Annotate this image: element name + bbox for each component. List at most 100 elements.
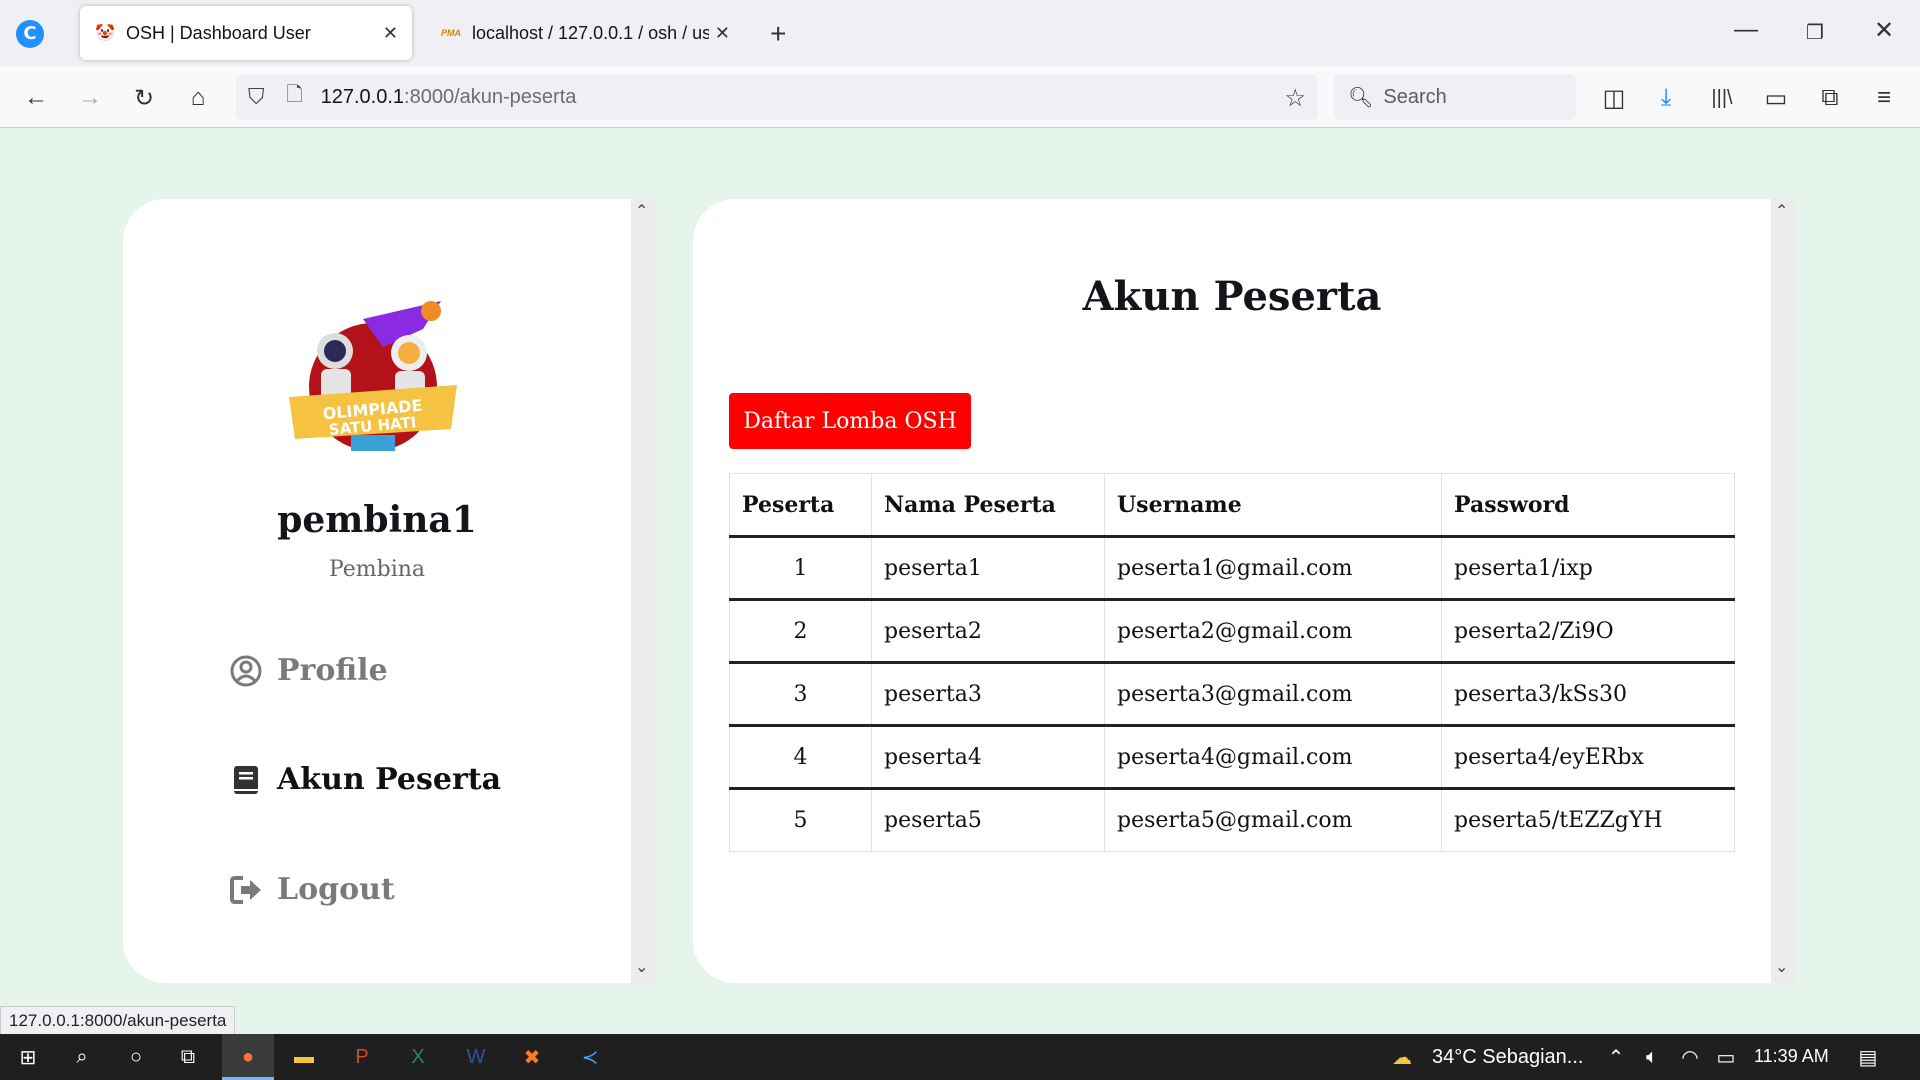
nama-peserta: peserta4 <box>871 725 1105 789</box>
nama-peserta: peserta3 <box>871 662 1105 726</box>
tab-title: OSH | Dashboard User <box>126 22 311 43</box>
sidebar-item-label: Akun Peserta <box>277 762 502 797</box>
logout-icon <box>230 875 261 904</box>
reload-icon[interactable]: ↻ <box>124 78 164 118</box>
nama-peserta: peserta5 <box>871 788 1105 852</box>
username: peserta1@gmail.com <box>1104 536 1442 600</box>
xampp-icon[interactable]: ✖ <box>516 1042 548 1072</box>
main-panel: Akun Peserta Daftar Lomba OSH Peserta Na… <box>693 199 1771 983</box>
scroll-up-icon[interactable]: ⌃ <box>635 201 648 221</box>
username: peserta5@gmail.com <box>1104 788 1442 852</box>
tab-phpmyadmin[interactable]: PMA localhost / 127.0.0.1 / osh / user ✕ <box>426 6 744 60</box>
url-path: :8000/akun-peserta <box>404 85 577 108</box>
clock[interactable]: 11:39 AM <box>1754 1046 1829 1067</box>
table-row: 1 peserta1 peserta1@gmail.com peserta1/i… <box>729 536 1735 600</box>
nama-peserta: peserta2 <box>871 599 1105 663</box>
sidebar-item-akun-peserta[interactable]: Akun Peserta <box>229 762 501 797</box>
peserta-number: 3 <box>729 662 872 726</box>
weather-text[interactable]: 34°C Sebagian... <box>1432 1046 1583 1069</box>
password: peserta1/ixp <box>1441 536 1735 600</box>
close-window-icon[interactable]: ✕ <box>1874 16 1894 45</box>
screenshot-icon[interactable]: ⧉ <box>1810 78 1850 118</box>
shield-icon[interactable]: ⛉ <box>248 84 265 110</box>
task-view-icon[interactable]: ⧉ <box>172 1042 204 1072</box>
peserta-number: 2 <box>729 599 872 663</box>
nama-peserta: peserta1 <box>871 536 1105 600</box>
pma-favicon-icon: PMA <box>441 28 461 38</box>
windows-taskbar: ⊞ ⌕ ○ ⧉ ● ▬ P X W ✖ ≺ ☁ 34°C Sebagian...… <box>0 1034 1920 1080</box>
tab-osh-dashboard[interactable]: 🤡 OSH | Dashboard User ✕ <box>80 6 412 60</box>
new-tab-icon[interactable]: + <box>770 18 786 50</box>
column-header: Username <box>1104 473 1442 538</box>
table-row: 5 peserta5 peserta5@gmail.com peserta5/t… <box>729 788 1735 852</box>
vscode-icon[interactable]: ≺ <box>574 1042 606 1072</box>
user-name: pembina1 <box>277 499 477 541</box>
browser-app-icon[interactable]: C <box>16 20 44 48</box>
sidebar-item-profile[interactable]: Profile <box>229 653 388 688</box>
sidebar: OLIMPIADE SATU HATI pembina1 Pembina Pro… <box>123 199 631 983</box>
bookmark-star-icon[interactable]: ☆ <box>1284 84 1306 113</box>
forward-icon[interactable]: → <box>70 78 110 118</box>
word-icon[interactable]: W <box>460 1042 492 1072</box>
sidebar-toggle-icon[interactable]: ▭ <box>1756 78 1796 118</box>
column-header: Nama Peserta <box>871 473 1105 538</box>
table-row: 4 peserta4 peserta4@gmail.com peserta4/e… <box>729 725 1735 789</box>
book-icon <box>234 765 258 794</box>
volume-icon[interactable]: 🔈︎ <box>1636 1042 1668 1072</box>
minimize-icon[interactable]: — <box>1734 16 1758 44</box>
cortana-icon[interactable]: ○ <box>120 1042 152 1072</box>
sidebar-scrollbar[interactable]: ⌃ ⌄ <box>631 199 657 983</box>
pocket-icon[interactable]: ◫ <box>1594 78 1634 118</box>
username: peserta2@gmail.com <box>1104 599 1442 663</box>
back-icon[interactable]: ← <box>16 78 56 118</box>
table-header-row: Peserta Nama Peserta Username Password <box>729 473 1735 538</box>
restore-icon[interactable]: ❐ <box>1806 20 1824 45</box>
sidebar-item-label: Logout <box>277 872 395 907</box>
url-bar[interactable]: ⛉ 🗋 127.0.0.1:8000/akun-peserta ☆ <box>236 74 1318 120</box>
menu-icon[interactable]: ≡ <box>1864 78 1904 118</box>
peserta-table: Peserta Nama Peserta Username Password 1… <box>729 473 1735 852</box>
download-icon[interactable]: ⤓ <box>1646 78 1686 118</box>
user-role: Pembina <box>328 557 426 582</box>
scroll-up-icon[interactable]: ⌃ <box>1775 201 1788 221</box>
browser-tabbar: C 🤡 OSH | Dashboard User ✕ PMA localhost… <box>0 0 1920 66</box>
library-icon[interactable]: |||\ <box>1702 78 1742 118</box>
chevron-up-icon[interactable]: ⌃ <box>1600 1042 1632 1072</box>
column-header: Peserta <box>729 473 872 538</box>
powerpoint-icon[interactable]: P <box>346 1042 378 1072</box>
peserta-number: 5 <box>729 788 872 852</box>
page-info-icon[interactable]: 🗋 <box>287 80 303 114</box>
windows-start-icon[interactable]: ⊞ <box>12 1042 44 1072</box>
table-row: 3 peserta3 peserta3@gmail.com peserta3/k… <box>729 662 1735 726</box>
firefox-icon[interactable]: ● <box>232 1042 264 1072</box>
scroll-down-icon[interactable]: ⌄ <box>635 957 648 977</box>
browser-navbar: ← → ↻ ⌂ ⛉ 🗋 127.0.0.1:8000/akun-peserta … <box>0 66 1920 128</box>
search-icon[interactable]: ⌕ <box>66 1042 98 1072</box>
url-host: 127.0.0.1 <box>320 85 405 108</box>
osh-favicon-icon: 🤡 <box>95 25 115 42</box>
main-scrollbar[interactable]: ⌃ ⌄ <box>1771 199 1797 983</box>
search-input[interactable]: 🔍︎ Search <box>1334 74 1576 120</box>
excel-icon[interactable]: X <box>402 1042 434 1072</box>
peserta-number: 4 <box>729 725 872 789</box>
status-url-tooltip: 127.0.0.1:8000/akun-peserta <box>0 1006 236 1036</box>
sidebar-item-label: Profile <box>277 653 388 688</box>
column-header: Password <box>1441 473 1735 538</box>
peserta-number: 1 <box>729 536 872 600</box>
close-tab-icon[interactable]: ✕ <box>715 23 730 44</box>
weather-icon[interactable]: ☁ <box>1386 1042 1418 1072</box>
daftar-lomba-button[interactable]: Daftar Lomba OSH <box>729 393 971 449</box>
notification-icon[interactable]: ▤ <box>1852 1042 1884 1072</box>
sidebar-item-logout[interactable]: Logout <box>229 872 395 907</box>
home-icon[interactable]: ⌂ <box>178 78 218 118</box>
password: peserta5/tEZZgYH <box>1441 788 1735 852</box>
wifi-icon[interactable]: ◠ <box>1674 1042 1706 1072</box>
password: peserta2/Zi9O <box>1441 599 1735 663</box>
close-tab-icon[interactable]: ✕ <box>383 23 398 44</box>
scroll-down-icon[interactable]: ⌄ <box>1775 957 1788 977</box>
password: peserta3/kSs30 <box>1441 662 1735 726</box>
file-explorer-icon[interactable]: ▬ <box>288 1042 320 1072</box>
tab-title: localhost / 127.0.0.1 / osh / user <box>472 22 709 43</box>
olimpiade-satu-hati-logo: OLIMPIADE SATU HATI <box>289 301 457 451</box>
battery-icon[interactable]: ▭ <box>1710 1042 1742 1072</box>
